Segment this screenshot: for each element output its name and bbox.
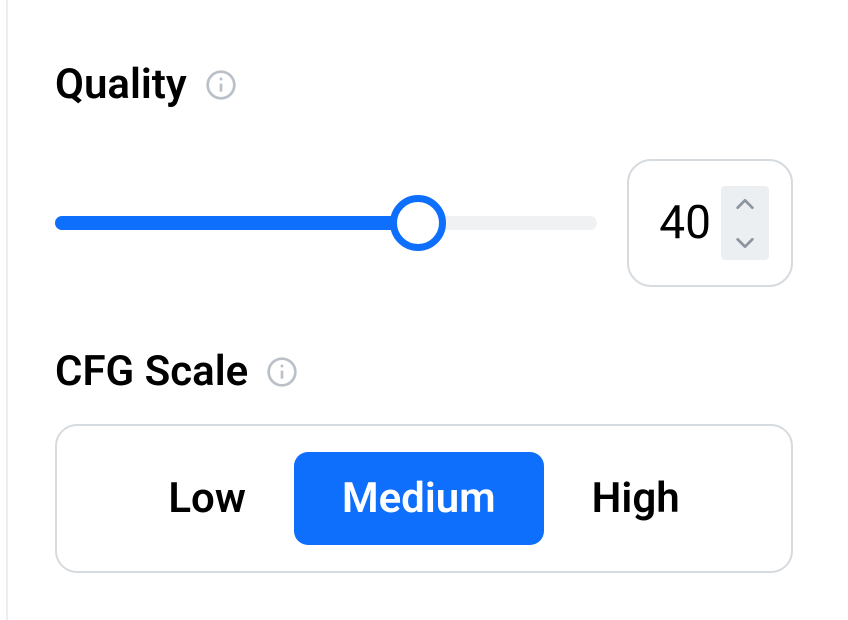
cfg-option-medium[interactable]: Medium [294, 452, 544, 545]
slider-fill [55, 216, 418, 230]
quality-label-row: Quality [55, 60, 793, 109]
quality-value: 40 [657, 196, 711, 250]
cfg-option-low[interactable]: Low [120, 452, 293, 545]
cfg-option-high[interactable]: High [544, 452, 728, 545]
info-icon[interactable] [205, 69, 237, 101]
slider-thumb[interactable] [390, 195, 446, 251]
stepper-down[interactable] [721, 225, 769, 260]
quality-number-box: 40 [627, 159, 793, 287]
cfg-segmented-control: LowMediumHigh [55, 424, 793, 573]
quality-slider[interactable] [55, 216, 597, 230]
quality-section: Quality 40 [55, 60, 793, 287]
stepper-up[interactable] [721, 186, 769, 221]
quality-slider-row: 40 [55, 159, 793, 287]
cfg-section: CFG Scale LowMediumHigh [55, 347, 793, 573]
quantity-stepper [721, 186, 769, 260]
info-icon[interactable] [266, 356, 298, 388]
quality-label: Quality [55, 60, 187, 109]
cfg-label-row: CFG Scale [55, 347, 793, 396]
cfg-label: CFG Scale [55, 347, 248, 396]
